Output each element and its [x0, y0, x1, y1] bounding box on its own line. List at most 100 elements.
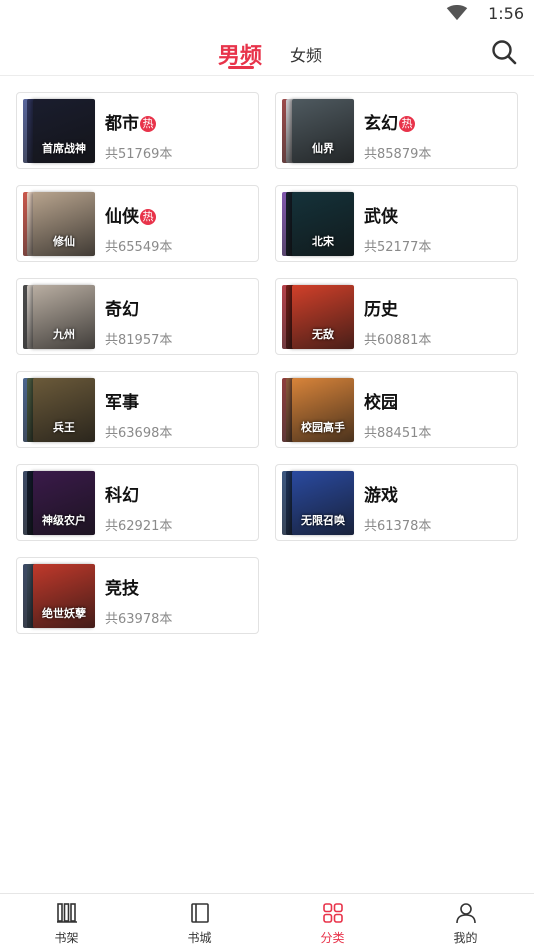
category-card[interactable]: 仙界 玄幻热共85879本	[275, 92, 518, 169]
book-count: 共62921本	[105, 519, 173, 534]
category-name-text: 游戏	[364, 486, 398, 506]
category-name: 武侠	[364, 202, 398, 227]
book-cover-title: 无敌	[312, 328, 334, 341]
book-cover: 神级农户	[33, 471, 95, 535]
book-cover-title: 北宋	[312, 235, 334, 248]
category-card[interactable]: 校园高手 校园共88451本	[275, 371, 518, 448]
category-name: 都市热	[105, 109, 156, 134]
book-cover: 校园高手	[292, 378, 354, 442]
book-cover-title: 九州	[53, 328, 75, 341]
category-name-text: 玄幻	[364, 114, 398, 134]
book-cover-title: 首席战神	[42, 142, 86, 155]
book-count: 共63978本	[105, 612, 173, 627]
profile-icon	[456, 903, 476, 924]
bottom-nav-profile[interactable]: 我的	[399, 894, 532, 949]
book-cover-title: 神级农户	[42, 514, 86, 527]
top-tab-bar: 男频 女频	[0, 30, 534, 76]
wifi-icon	[446, 5, 468, 21]
hot-badge: 热	[399, 116, 415, 132]
book-cover-title: 修仙	[53, 235, 75, 248]
category-name: 仙侠热	[105, 202, 156, 227]
book-cover-stack: 无敌	[282, 285, 354, 349]
category-card[interactable]: 首席战神 都市热共51769本	[16, 92, 259, 169]
book-cover-title: 无限召唤	[301, 514, 345, 527]
bottom-nav-label: 书架	[54, 931, 79, 945]
book-cover: 首席战神	[33, 99, 95, 163]
book-cover: 修仙	[33, 192, 95, 256]
bottom-nav-bookstore[interactable]: 书城	[133, 894, 266, 949]
status-bar: 1:56	[0, 0, 534, 30]
book-cover-stack: 仙界	[282, 99, 354, 163]
book-cover: 仙界	[292, 99, 354, 163]
book-count: 共88451本	[364, 426, 432, 441]
category-name-text: 科幻	[105, 486, 139, 506]
status-time: 1:56	[488, 4, 524, 23]
category-name-text: 仙侠	[105, 207, 139, 227]
book-count: 共65549本	[105, 240, 173, 255]
category-name-text: 竞技	[105, 579, 139, 599]
category-name: 科幻	[105, 481, 139, 506]
bottom-nav-category[interactable]: 分类	[266, 894, 399, 949]
book-count: 共60881本	[364, 333, 432, 348]
book-cover-title: 仙界	[312, 142, 334, 155]
book-cover: 无敌	[292, 285, 354, 349]
book-count: 共85879本	[364, 147, 432, 162]
book-cover: 绝世妖孽	[33, 564, 95, 628]
book-cover-stack: 修仙	[23, 192, 95, 256]
book-cover: 无限召唤	[292, 471, 354, 535]
category-name: 校园	[364, 388, 398, 413]
book-cover: 北宋	[292, 192, 354, 256]
book-cover: 九州	[33, 285, 95, 349]
category-name-text: 军事	[105, 393, 139, 413]
category-card[interactable]: 九州 奇幻共81957本	[16, 278, 259, 355]
book-cover-title: 兵王	[53, 421, 75, 434]
book-count: 共61378本	[364, 519, 432, 534]
category-card[interactable]: 兵王 军事共63698本	[16, 371, 259, 448]
category-name: 历史	[364, 295, 398, 320]
bottom-nav-label: 书城	[187, 931, 212, 945]
bottom-nav: 书架 书城 分类 我的	[0, 893, 534, 949]
category-name: 奇幻	[105, 295, 139, 320]
book-count: 共81957本	[105, 333, 173, 348]
book-count: 共51769本	[105, 147, 173, 162]
category-card[interactable]: 神级农户 科幻共62921本	[16, 464, 259, 541]
category-card[interactable]: 无限召唤 游戏共61378本	[275, 464, 518, 541]
active-tab-indicator	[228, 66, 254, 69]
book-count: 共63698本	[105, 426, 173, 441]
category-card[interactable]: 绝世妖孽 竞技共63978本	[16, 557, 259, 634]
bottom-nav-label: 我的	[453, 931, 478, 945]
hot-badge: 热	[140, 209, 156, 225]
book-count: 共52177本	[364, 240, 432, 255]
book-cover-stack: 神级农户	[23, 471, 95, 535]
bookstore-icon	[191, 903, 209, 923]
category-name-text: 历史	[364, 300, 398, 320]
category-name: 玄幻热	[364, 109, 415, 134]
book-cover-stack: 九州	[23, 285, 95, 349]
search-icon[interactable]	[490, 38, 518, 66]
bottom-nav-bookshelf[interactable]: 书架	[0, 894, 133, 949]
bookshelf-icon	[57, 903, 77, 923]
book-cover-title: 校园高手	[301, 421, 345, 434]
category-card[interactable]: 无敌 历史共60881本	[275, 278, 518, 355]
book-cover-stack: 无限召唤	[282, 471, 354, 535]
book-cover-stack: 绝世妖孽	[23, 564, 95, 628]
book-cover-stack: 北宋	[282, 192, 354, 256]
book-cover-stack: 兵王	[23, 378, 95, 442]
book-cover-stack: 首席战神	[23, 99, 95, 163]
category-name-text: 都市	[105, 114, 139, 134]
category-card[interactable]: 修仙 仙侠热共65549本	[16, 185, 259, 262]
category-card[interactable]: 北宋 武侠共52177本	[275, 185, 518, 262]
book-cover-title: 绝世妖孽	[42, 607, 86, 620]
category-name-text: 武侠	[364, 207, 398, 227]
category-name-text: 校园	[364, 393, 398, 413]
category-grid-icon	[323, 903, 343, 923]
bottom-nav-label: 分类	[320, 931, 345, 945]
hot-badge: 热	[140, 116, 156, 132]
tab-female[interactable]: 女频	[290, 42, 322, 66]
category-name: 竞技	[105, 574, 139, 599]
book-cover: 兵王	[33, 378, 95, 442]
category-name-text: 奇幻	[105, 300, 139, 320]
category-name: 军事	[105, 388, 139, 413]
book-cover-stack: 校园高手	[282, 378, 354, 442]
category-name: 游戏	[364, 481, 398, 506]
